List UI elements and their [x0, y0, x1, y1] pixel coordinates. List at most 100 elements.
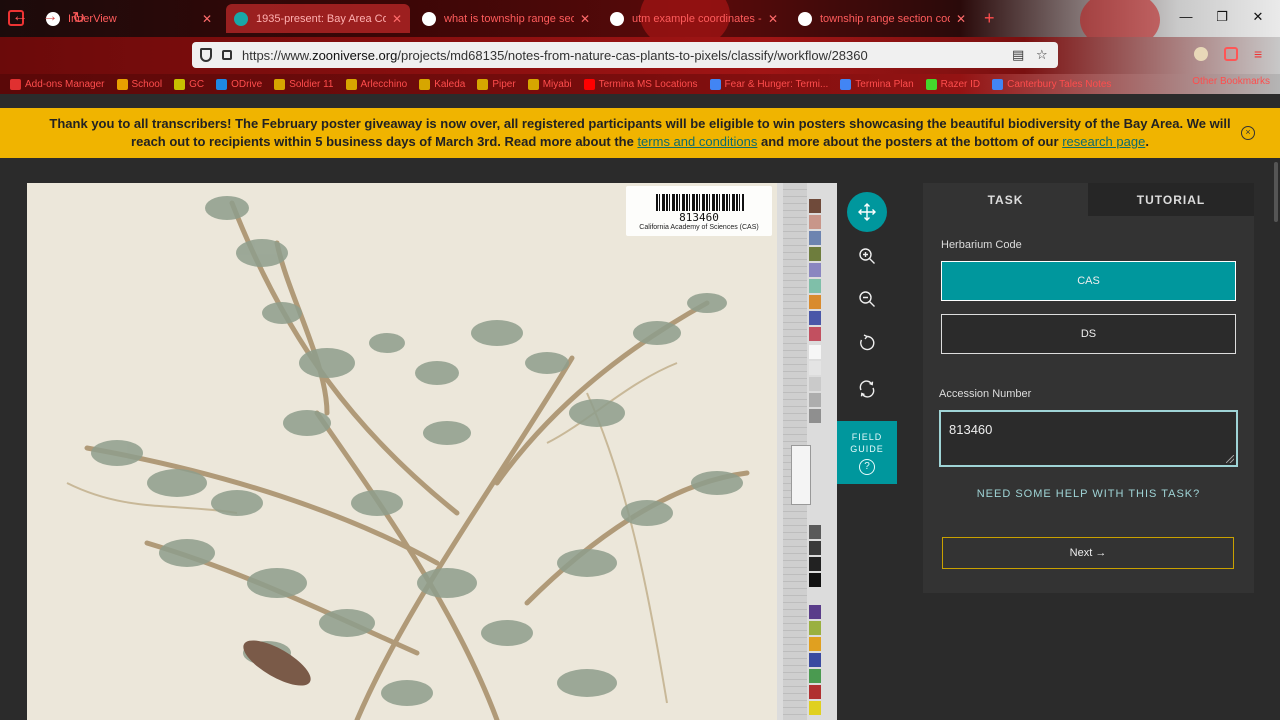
bookmark-item[interactable]: Fear & Hunger: Termi...	[709, 78, 828, 90]
herbarium-choice-ds[interactable]: DS	[941, 314, 1236, 354]
field-guide-button[interactable]: FIELD GUIDE ?	[837, 421, 897, 484]
task-panel: TASK TUTORIAL Herbarium Code CAS DS Acce…	[923, 183, 1254, 593]
url-text[interactable]: https://www.zooniverse.org/projects/md68…	[242, 48, 1002, 63]
reset-view-button[interactable]	[847, 369, 887, 409]
new-tab-button[interactable]: +	[984, 8, 995, 29]
google-icon	[422, 11, 436, 26]
page-scrollbar-track[interactable]	[1272, 158, 1280, 720]
swatch	[809, 685, 821, 699]
profile-avatar[interactable]	[1194, 47, 1208, 61]
accession-number-field[interactable]: 813460	[939, 410, 1238, 467]
field-guide-label: GUIDE	[850, 444, 884, 454]
bookmark-icon	[527, 78, 539, 90]
swatch	[809, 573, 821, 587]
bookmark-star-icon[interactable]: ☆	[1036, 48, 1050, 62]
tab-title: what is township range section	[444, 12, 574, 25]
page-scrollbar-thumb[interactable]	[1274, 162, 1278, 222]
bookmark-item[interactable]: Termina Plan	[840, 78, 914, 90]
window-close-button[interactable]: ✕	[1248, 9, 1268, 25]
move-tool-button[interactable]	[847, 192, 887, 232]
color-calibration-bar	[777, 183, 837, 720]
other-bookmarks[interactable]: Other Bookmarks	[1192, 76, 1270, 87]
scale-card	[791, 445, 811, 505]
tab-tutorial[interactable]: TUTORIAL	[1088, 183, 1254, 216]
swatch	[809, 557, 821, 571]
specimen-image[interactable]	[27, 183, 777, 720]
research-page-link[interactable]: research page	[1062, 134, 1145, 149]
question-icon: ?	[859, 459, 875, 475]
swatch	[809, 541, 821, 555]
lock-icon[interactable]	[222, 50, 232, 60]
bookmark-item[interactable]: Arlecchino	[345, 78, 408, 90]
task-help-link[interactable]: NEED SOME HELP WITH THIS TASK?	[923, 488, 1254, 500]
tab-task[interactable]: TASK	[923, 183, 1088, 216]
forward-button[interactable]: →	[42, 8, 58, 26]
tab-township-coords[interactable]: township range section coordir ✕	[790, 4, 974, 33]
bookmark-item[interactable]: Add-ons Manager	[10, 78, 105, 90]
bookmark-item[interactable]: Razer ID	[925, 78, 980, 90]
swatch	[809, 377, 821, 391]
zoom-in-button[interactable]	[847, 236, 887, 276]
menu-icon[interactable]: ≡	[1254, 46, 1262, 62]
barcode-institution: California Academy of Sciences (CAS)	[639, 224, 759, 231]
herbarium-choice-cas[interactable]: CAS	[941, 261, 1236, 301]
move-icon	[858, 203, 876, 221]
swatch	[809, 279, 821, 293]
shield-icon[interactable]	[200, 48, 212, 62]
bookmark-item[interactable]: Miyabi	[527, 78, 572, 90]
bookmark-label: ODrive	[231, 78, 263, 90]
restore-button[interactable]: ❐	[1212, 9, 1232, 25]
address-bar[interactable]: https://www.zooniverse.org/projects/md68…	[192, 42, 1058, 68]
tab-zooniverse[interactable]: 1935-present: Bay Area Collecti ✕	[226, 4, 410, 33]
bookmark-label: Arlecchino	[360, 78, 408, 90]
swatch	[809, 199, 821, 213]
close-icon[interactable]: ✕	[580, 12, 590, 26]
bookmark-icon	[216, 78, 228, 90]
tab-innerview[interactable]: InnerView ✕	[38, 4, 220, 33]
razer-icon	[925, 78, 937, 90]
zoom-out-button[interactable]	[847, 279, 887, 319]
rotate-button[interactable]	[847, 323, 887, 363]
swatch	[809, 701, 821, 715]
rotate-icon	[860, 334, 875, 351]
bookmark-icon	[274, 78, 286, 90]
resize-grip-icon[interactable]	[1226, 455, 1234, 463]
close-icon[interactable]: ✕	[202, 12, 212, 26]
terms-link[interactable]: terms and conditions	[637, 134, 757, 149]
url-prefix: https://www.	[242, 47, 313, 63]
close-icon[interactable]: ✕	[768, 12, 778, 26]
minimize-button[interactable]: —	[1176, 9, 1196, 24]
swatch	[809, 311, 821, 325]
bookmark-item[interactable]: Termina MS Locations	[583, 78, 698, 90]
bookmark-label: Kaleda	[434, 78, 466, 90]
reload-button[interactable]: ↻	[72, 8, 85, 28]
close-icon[interactable]: ✕	[392, 12, 402, 26]
bookmarks-bar: Add-ons Manager School GC ODrive Soldier…	[0, 74, 1280, 94]
bookmark-label: Miyabi	[542, 78, 572, 90]
tab-utm-search[interactable]: utm example coordinates - Goo ✕	[602, 4, 786, 33]
extensions-icon[interactable]	[1224, 47, 1238, 61]
tab-title: 1935-present: Bay Area Collecti	[256, 12, 386, 25]
bookmark-item[interactable]: ODrive	[216, 78, 263, 90]
bookmark-item[interactable]: Canterbury Tales Notes	[992, 78, 1111, 90]
bookmark-item[interactable]: Kaleda	[419, 78, 466, 90]
bookmark-item[interactable]: Soldier 11	[274, 78, 334, 90]
swatch	[809, 327, 821, 341]
bookmark-item[interactable]: School	[116, 78, 163, 90]
bookmark-label: School	[131, 78, 163, 90]
docs-icon	[709, 78, 721, 90]
bookmark-item[interactable]: GC	[174, 78, 205, 90]
next-button[interactable]: Next →	[942, 537, 1234, 569]
field-guide-label: FIELD	[851, 432, 883, 442]
reader-view-icon[interactable]: ▤	[1012, 48, 1026, 62]
bookmark-icon	[174, 78, 186, 90]
zoom-out-icon	[859, 291, 875, 307]
bookmark-label: GC	[189, 78, 205, 90]
tab-township-search[interactable]: what is township range section ✕	[414, 4, 598, 33]
swatch	[809, 361, 821, 375]
bookmark-item[interactable]: Piper	[477, 78, 516, 90]
banner-close-icon[interactable]: ×	[1241, 126, 1255, 140]
close-icon[interactable]: ✕	[956, 12, 966, 26]
back-button[interactable]: ←	[12, 8, 28, 26]
tab-title: township range section coordir	[820, 12, 950, 25]
